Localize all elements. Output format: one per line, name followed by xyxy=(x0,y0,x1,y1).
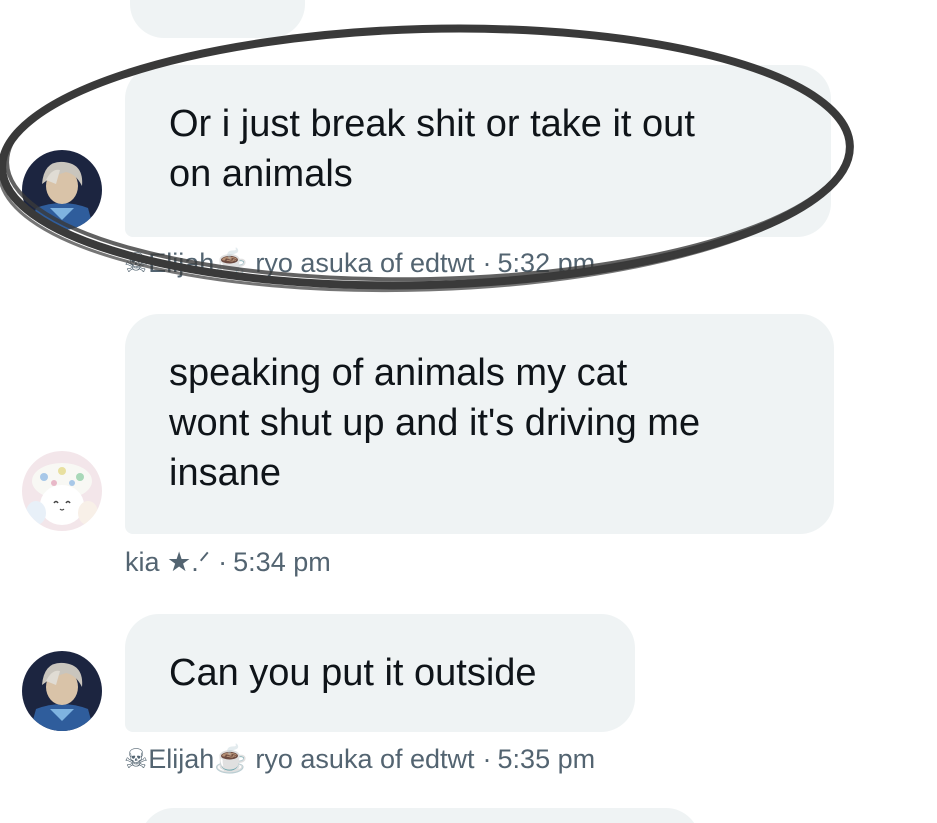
skull-icon: ☠ xyxy=(124,744,149,774)
coffee-icon: ☕ xyxy=(214,744,248,774)
anime-boy-avatar-icon xyxy=(22,651,102,731)
plush-cat-avatar-icon xyxy=(22,451,102,531)
sender-name[interactable]: Elijah xyxy=(148,744,214,774)
timestamp: 5:32 pm xyxy=(497,248,596,278)
coffee-icon: ☕ xyxy=(214,248,248,278)
avatar[interactable] xyxy=(22,451,102,531)
message-meta: kia ★.ᐟ · 5:34 pm xyxy=(125,546,331,578)
sender-display: ryo asuka of edtwt xyxy=(255,744,475,774)
timestamp: 5:34 pm xyxy=(233,547,331,577)
separator: · xyxy=(482,744,492,774)
sender-name[interactable]: kia ★.ᐟ xyxy=(125,547,210,577)
message-bubble[interactable]: Can you put it outside xyxy=(125,614,635,732)
sender-name[interactable]: Elijah xyxy=(148,248,214,278)
avatar[interactable] xyxy=(22,651,102,731)
message-bubble[interactable]: Or i just break shit or take it out on a… xyxy=(125,65,831,237)
next-message-bubble[interactable] xyxy=(140,808,700,823)
message-text: Can you put it outside xyxy=(169,652,537,694)
separator: · xyxy=(218,547,228,577)
message-text: speaking of animals my cat wont shut up … xyxy=(169,352,701,494)
message-text: Or i just break shit or take it out on a… xyxy=(169,103,695,195)
sender-display: ryo asuka of edtwt xyxy=(255,248,475,278)
separator: · xyxy=(482,248,492,278)
timestamp: 5:35 pm xyxy=(497,744,596,774)
message-bubble[interactable]: speaking of animals my cat wont shut up … xyxy=(125,314,834,534)
previous-message-bubble[interactable] xyxy=(130,0,305,38)
anime-boy-avatar-icon xyxy=(22,150,102,230)
skull-icon: ☠ xyxy=(124,248,149,278)
message-meta: ☠Elijah☕ ryo asuka of edtwt · 5:35 pm xyxy=(124,743,595,775)
message-meta: ☠Elijah☕ ryo asuka of edtwt · 5:32 pm xyxy=(124,247,595,279)
dm-conversation: Or i just break shit or take it out on a… xyxy=(0,0,937,823)
avatar[interactable] xyxy=(22,150,102,230)
